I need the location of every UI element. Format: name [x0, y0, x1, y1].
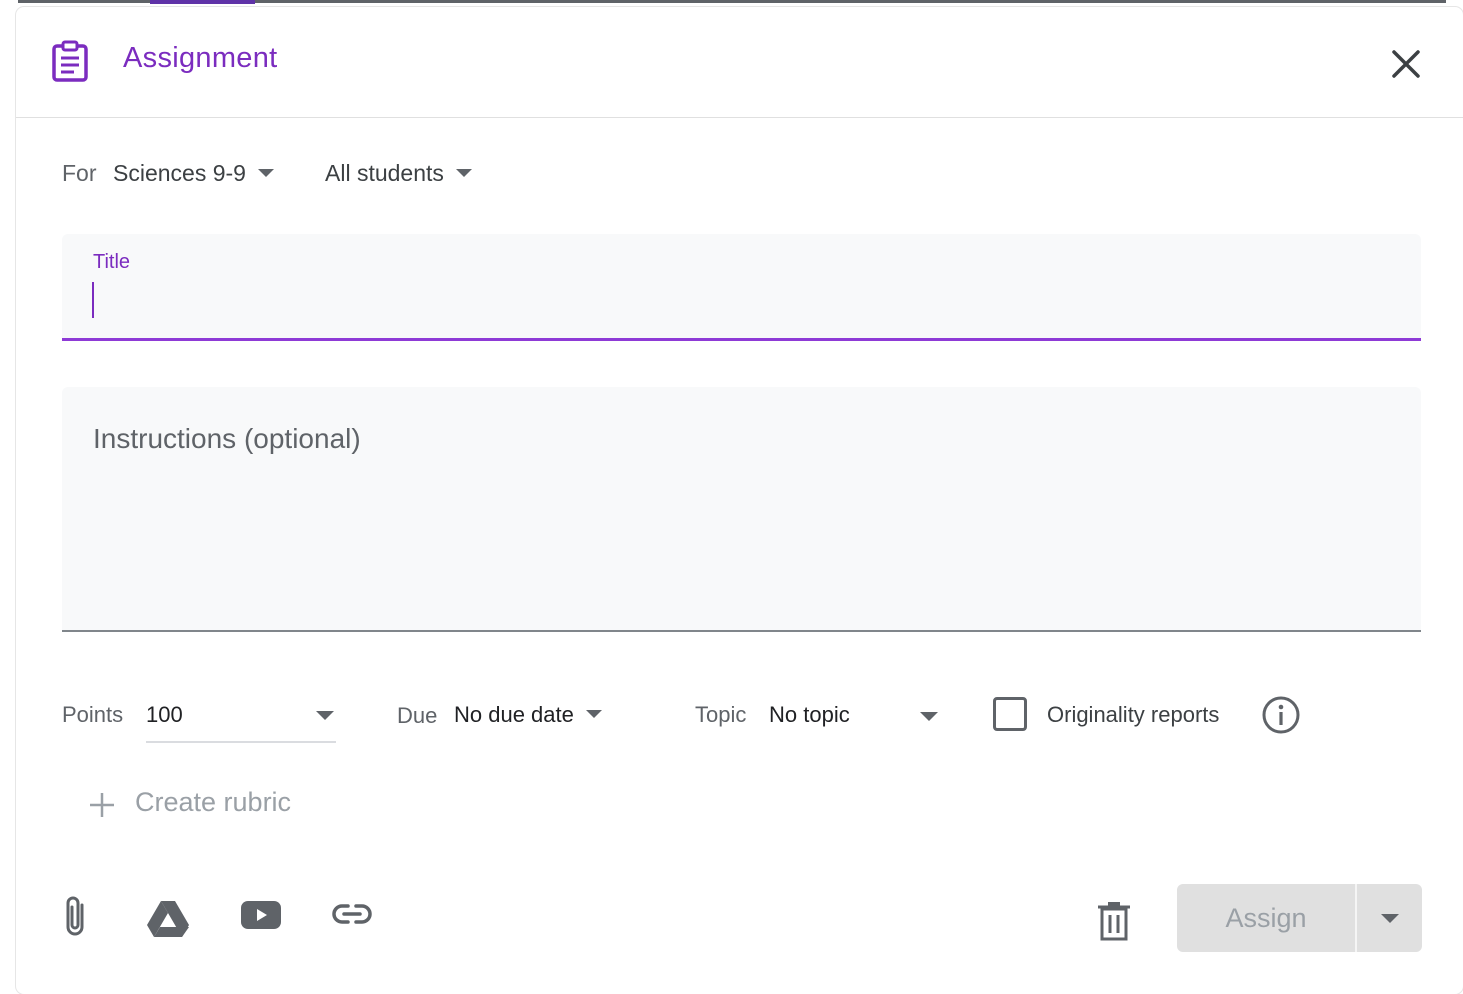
chevron-down-icon [1381, 914, 1399, 923]
link-icon[interactable] [331, 902, 373, 926]
students-select-value: All students [325, 160, 444, 186]
chevron-down-icon [585, 710, 602, 719]
title-input[interactable]: Title [62, 234, 1421, 341]
create-rubric-label: Create rubric [135, 787, 292, 817]
assign-options-button[interactable] [1357, 884, 1422, 952]
class-select-value: Sciences 9-9 [113, 160, 246, 186]
title-label: Title [93, 251, 131, 273]
attach-icon[interactable] [60, 895, 92, 939]
students-select[interactable]: All students [325, 160, 472, 187]
youtube-icon[interactable] [240, 900, 282, 930]
points-select[interactable]: 100 [146, 697, 336, 743]
drive-icon[interactable] [146, 899, 190, 939]
instructions-input[interactable]: Instructions (optional) [62, 387, 1421, 632]
topic-label: Topic [695, 702, 747, 727]
close-icon[interactable] [1386, 44, 1426, 84]
background-accent [150, 0, 255, 4]
info-icon[interactable] [1261, 695, 1301, 735]
assignment-icon [52, 40, 88, 82]
chevron-down-icon [455, 168, 472, 177]
assign-button[interactable]: Assign [1177, 884, 1355, 952]
for-label: For [62, 160, 97, 186]
due-date-value: No due date [454, 702, 574, 727]
dialog-title: Assignment [123, 42, 278, 74]
class-select[interactable]: Sciences 9-9 [113, 160, 274, 187]
topic-value: No topic [769, 702, 850, 727]
dialog-header: Assignment [16, 7, 1463, 118]
trash-icon[interactable] [1096, 901, 1132, 941]
chevron-down-icon [257, 168, 274, 177]
assign-button-group: Assign [1177, 884, 1422, 952]
points-value: 100 [146, 702, 183, 727]
due-date-select[interactable]: No due date [454, 702, 602, 728]
due-label: Due [397, 703, 438, 728]
points-label: Points [62, 702, 124, 727]
chevron-down-icon [316, 711, 334, 720]
originality-checkbox[interactable] [993, 697, 1027, 731]
text-cursor [92, 282, 94, 318]
plus-icon [90, 793, 114, 817]
assignment-dialog: Assignment For Sciences 9-9 All students… [16, 7, 1463, 994]
instructions-placeholder: Instructions (optional) [93, 423, 361, 454]
originality-label: Originality reports [1047, 702, 1220, 727]
topic-select[interactable]: No topic [769, 702, 850, 728]
chevron-down-icon[interactable] [920, 712, 938, 721]
